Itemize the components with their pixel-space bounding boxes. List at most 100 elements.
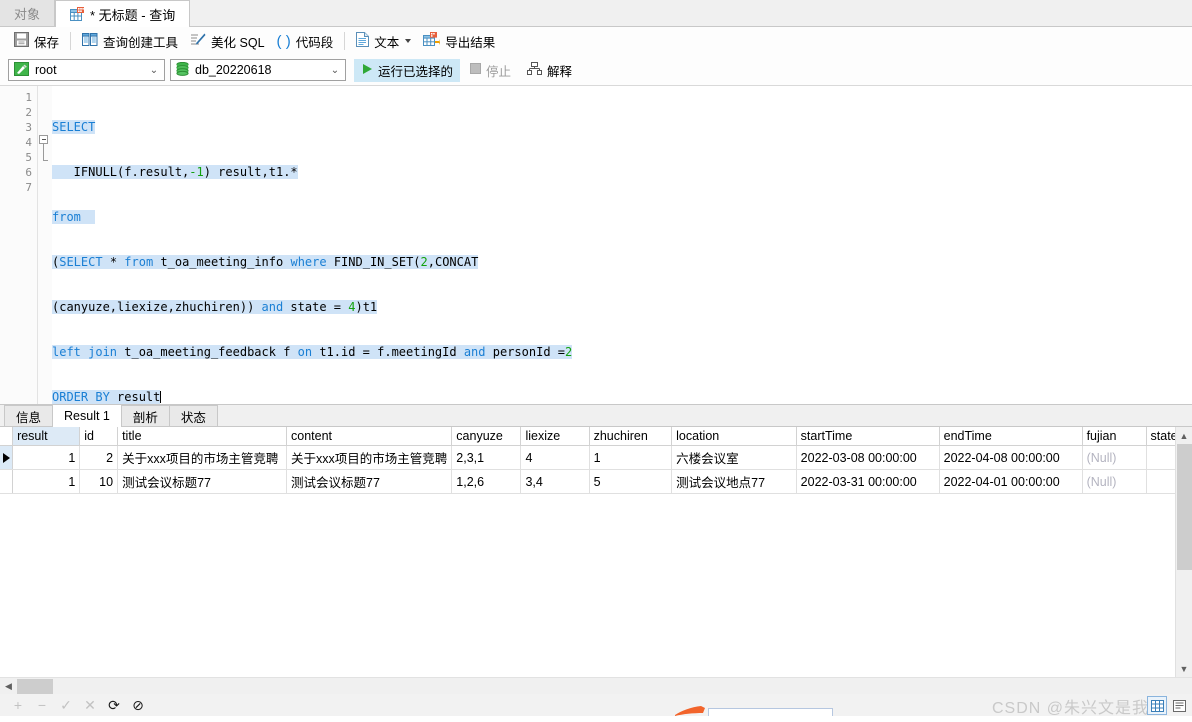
snippet-button[interactable]: ( ) 代码段	[271, 30, 340, 52]
column-header-result[interactable]: result	[12, 427, 81, 446]
text-button[interactable]: 文本	[350, 30, 417, 52]
connection-select[interactable]: root ⌄	[8, 59, 165, 81]
cell-zhuchiren[interactable]: 1	[589, 445, 673, 470]
row-indicator-cell[interactable]	[0, 445, 14, 470]
cell-title[interactable]: 关于xxx项目的市场主管竞聘	[117, 445, 288, 470]
plus-icon: +	[13, 697, 23, 713]
code-line-6: left join t_oa_meeting_feedback f on t1.…	[52, 345, 573, 359]
column-header-startTime[interactable]: startTime	[796, 427, 940, 446]
column-header-location[interactable]: location	[671, 427, 797, 446]
cell-fujian[interactable]: (Null)	[1082, 445, 1147, 470]
scroll-down-arrow-icon[interactable]: ▼	[1176, 660, 1192, 677]
column-header-fujian[interactable]: fujian	[1082, 427, 1147, 446]
database-value: db_20220618	[195, 63, 272, 77]
cell-canyuze[interactable]: 1,2,6	[451, 469, 522, 494]
scroll-up-arrow-icon[interactable]: ▲	[1176, 427, 1192, 444]
database-select[interactable]: db_20220618 ⌄	[170, 59, 346, 81]
grid-horizontal-scrollbar[interactable]: ◀	[0, 677, 1192, 694]
line-number: 1	[25, 91, 32, 104]
chevron-down-icon[interactable]: ⌄	[327, 65, 343, 76]
line-number: 7	[25, 181, 32, 194]
tab-objects[interactable]: 对象	[0, 0, 56, 26]
line-number: 2	[25, 106, 32, 119]
code-line-2: IFNULL(f.result,-1) result,t1.*	[52, 165, 298, 179]
cell-content[interactable]: 测试会议标题77	[286, 469, 453, 494]
cell-result[interactable]: 1	[12, 445, 81, 470]
row-indicator-cell[interactable]	[0, 469, 14, 494]
table-row[interactable]: 1 2 关于xxx项目的市场主管竞聘 关于xxx项目的市场主管竞聘 2,3,1 …	[0, 445, 1192, 470]
minus-icon: −	[37, 697, 47, 713]
cell-title[interactable]: 测试会议标题77	[117, 469, 288, 494]
vertical-scroll-thumb[interactable]	[1177, 444, 1192, 570]
text-button-label: 文本	[374, 35, 400, 50]
fold-guide-line	[43, 144, 44, 160]
beautify-sql-button[interactable]: 美化 SQL	[184, 30, 271, 52]
cancel-changes-button[interactable]: ✕	[78, 696, 102, 714]
column-header-title[interactable]: title	[117, 427, 288, 446]
sql-editor[interactable]: 1 2 3 4 5 6 7 SELECT IFNULL(f.result,-1)…	[0, 86, 1192, 404]
column-header-zhuchiren[interactable]: zhuchiren	[589, 427, 673, 446]
tab-status-label: 状态	[180, 410, 206, 425]
cell-startTime[interactable]: 2022-03-08 00:00:00	[796, 445, 940, 470]
form-view-button[interactable]	[1170, 697, 1188, 714]
export-result-button[interactable]: 导出结果	[417, 30, 501, 52]
column-header-content[interactable]: content	[286, 427, 453, 446]
save-button[interactable]: 保存	[8, 30, 65, 52]
fold-collapse-icon[interactable]	[39, 135, 48, 144]
explain-button[interactable]: 解释	[521, 59, 578, 82]
column-header-id[interactable]: id	[79, 427, 119, 446]
column-header-endTime[interactable]: endTime	[939, 427, 1083, 446]
result-grid-container[interactable]: result id title content canyuze liexize …	[0, 427, 1192, 677]
cell-endTime[interactable]: 2022-04-08 00:00:00	[939, 445, 1083, 470]
cell-result[interactable]: 1	[12, 469, 81, 494]
column-header-liexize[interactable]: liexize	[520, 427, 590, 446]
add-record-button[interactable]: +	[6, 696, 30, 714]
beautify-pen-icon	[190, 32, 206, 50]
toolbar-separator-1	[70, 32, 72, 50]
apply-changes-button[interactable]: ✓	[54, 696, 78, 714]
cell-liexize[interactable]: 4	[520, 445, 590, 470]
cell-zhuchiren[interactable]: 5	[589, 469, 673, 494]
chevron-down-icon[interactable]: ⌄	[146, 65, 162, 76]
query-builder-button[interactable]: 查询创建工具	[76, 30, 184, 52]
editor-line-number-gutter: 1 2 3 4 5 6 7	[0, 86, 38, 404]
cell-location[interactable]: 六楼会议室	[671, 445, 797, 470]
scroll-left-arrow-icon[interactable]: ◀	[0, 681, 17, 692]
remove-record-button[interactable]: −	[30, 696, 54, 714]
tab-status[interactable]: 状态	[168, 405, 218, 426]
code-fold-gutter[interactable]	[38, 86, 52, 404]
horizontal-scroll-thumb[interactable]	[17, 678, 53, 694]
cross-icon: ✕	[84, 696, 96, 713]
cell-location[interactable]: 测试会议地点77	[671, 469, 797, 494]
cell-fujian[interactable]: (Null)	[1082, 469, 1147, 494]
cell-id[interactable]: 2	[79, 445, 119, 470]
no-entry-icon: ⊘	[132, 696, 144, 713]
cell-id[interactable]: 10	[79, 469, 119, 494]
connection-value: root	[35, 63, 57, 77]
query-table-icon	[70, 7, 85, 21]
grid-vertical-scrollbar[interactable]: ▲ ▼	[1175, 427, 1192, 677]
table-row[interactable]: 1 10 测试会议标题77 测试会议标题77 1,2,6 3,4 5 测试会议地…	[0, 469, 1192, 494]
snippet-label: 代码段	[295, 35, 334, 50]
tab-info[interactable]: 信息	[4, 405, 54, 426]
column-header-canyuze[interactable]: canyuze	[451, 427, 522, 446]
play-icon	[361, 63, 373, 78]
cell-liexize[interactable]: 3,4	[520, 469, 590, 494]
stop-label: 停止	[486, 64, 512, 79]
run-selected-button[interactable]: 运行已选择的	[354, 58, 461, 82]
tab-query[interactable]: * 无标题 - 查询	[55, 0, 191, 27]
chevron-down-icon[interactable]	[405, 39, 412, 43]
code-line-4: (SELECT * from t_oa_meeting_info where F…	[52, 255, 479, 269]
cell-canyuze[interactable]: 2,3,1	[451, 445, 522, 470]
tab-result-1[interactable]: Result 1	[52, 404, 122, 427]
sql-code-area[interactable]: SELECT IFNULL(f.result,-1) result,t1.* f…	[52, 86, 1192, 404]
cell-content[interactable]: 关于xxx项目的市场主管竞聘	[286, 445, 453, 470]
grid-view-button[interactable]	[1147, 696, 1167, 715]
tab-profile[interactable]: 剖析	[120, 405, 170, 426]
stop-loading-button[interactable]: ⊘	[126, 696, 150, 714]
refresh-button[interactable]: ⟳	[102, 696, 126, 714]
cell-endTime[interactable]: 2022-04-01 00:00:00	[939, 469, 1083, 494]
cell-startTime[interactable]: 2022-03-31 00:00:00	[796, 469, 940, 494]
code-line-3: from	[52, 210, 1192, 225]
tab-objects-label: 对象	[14, 6, 41, 22]
